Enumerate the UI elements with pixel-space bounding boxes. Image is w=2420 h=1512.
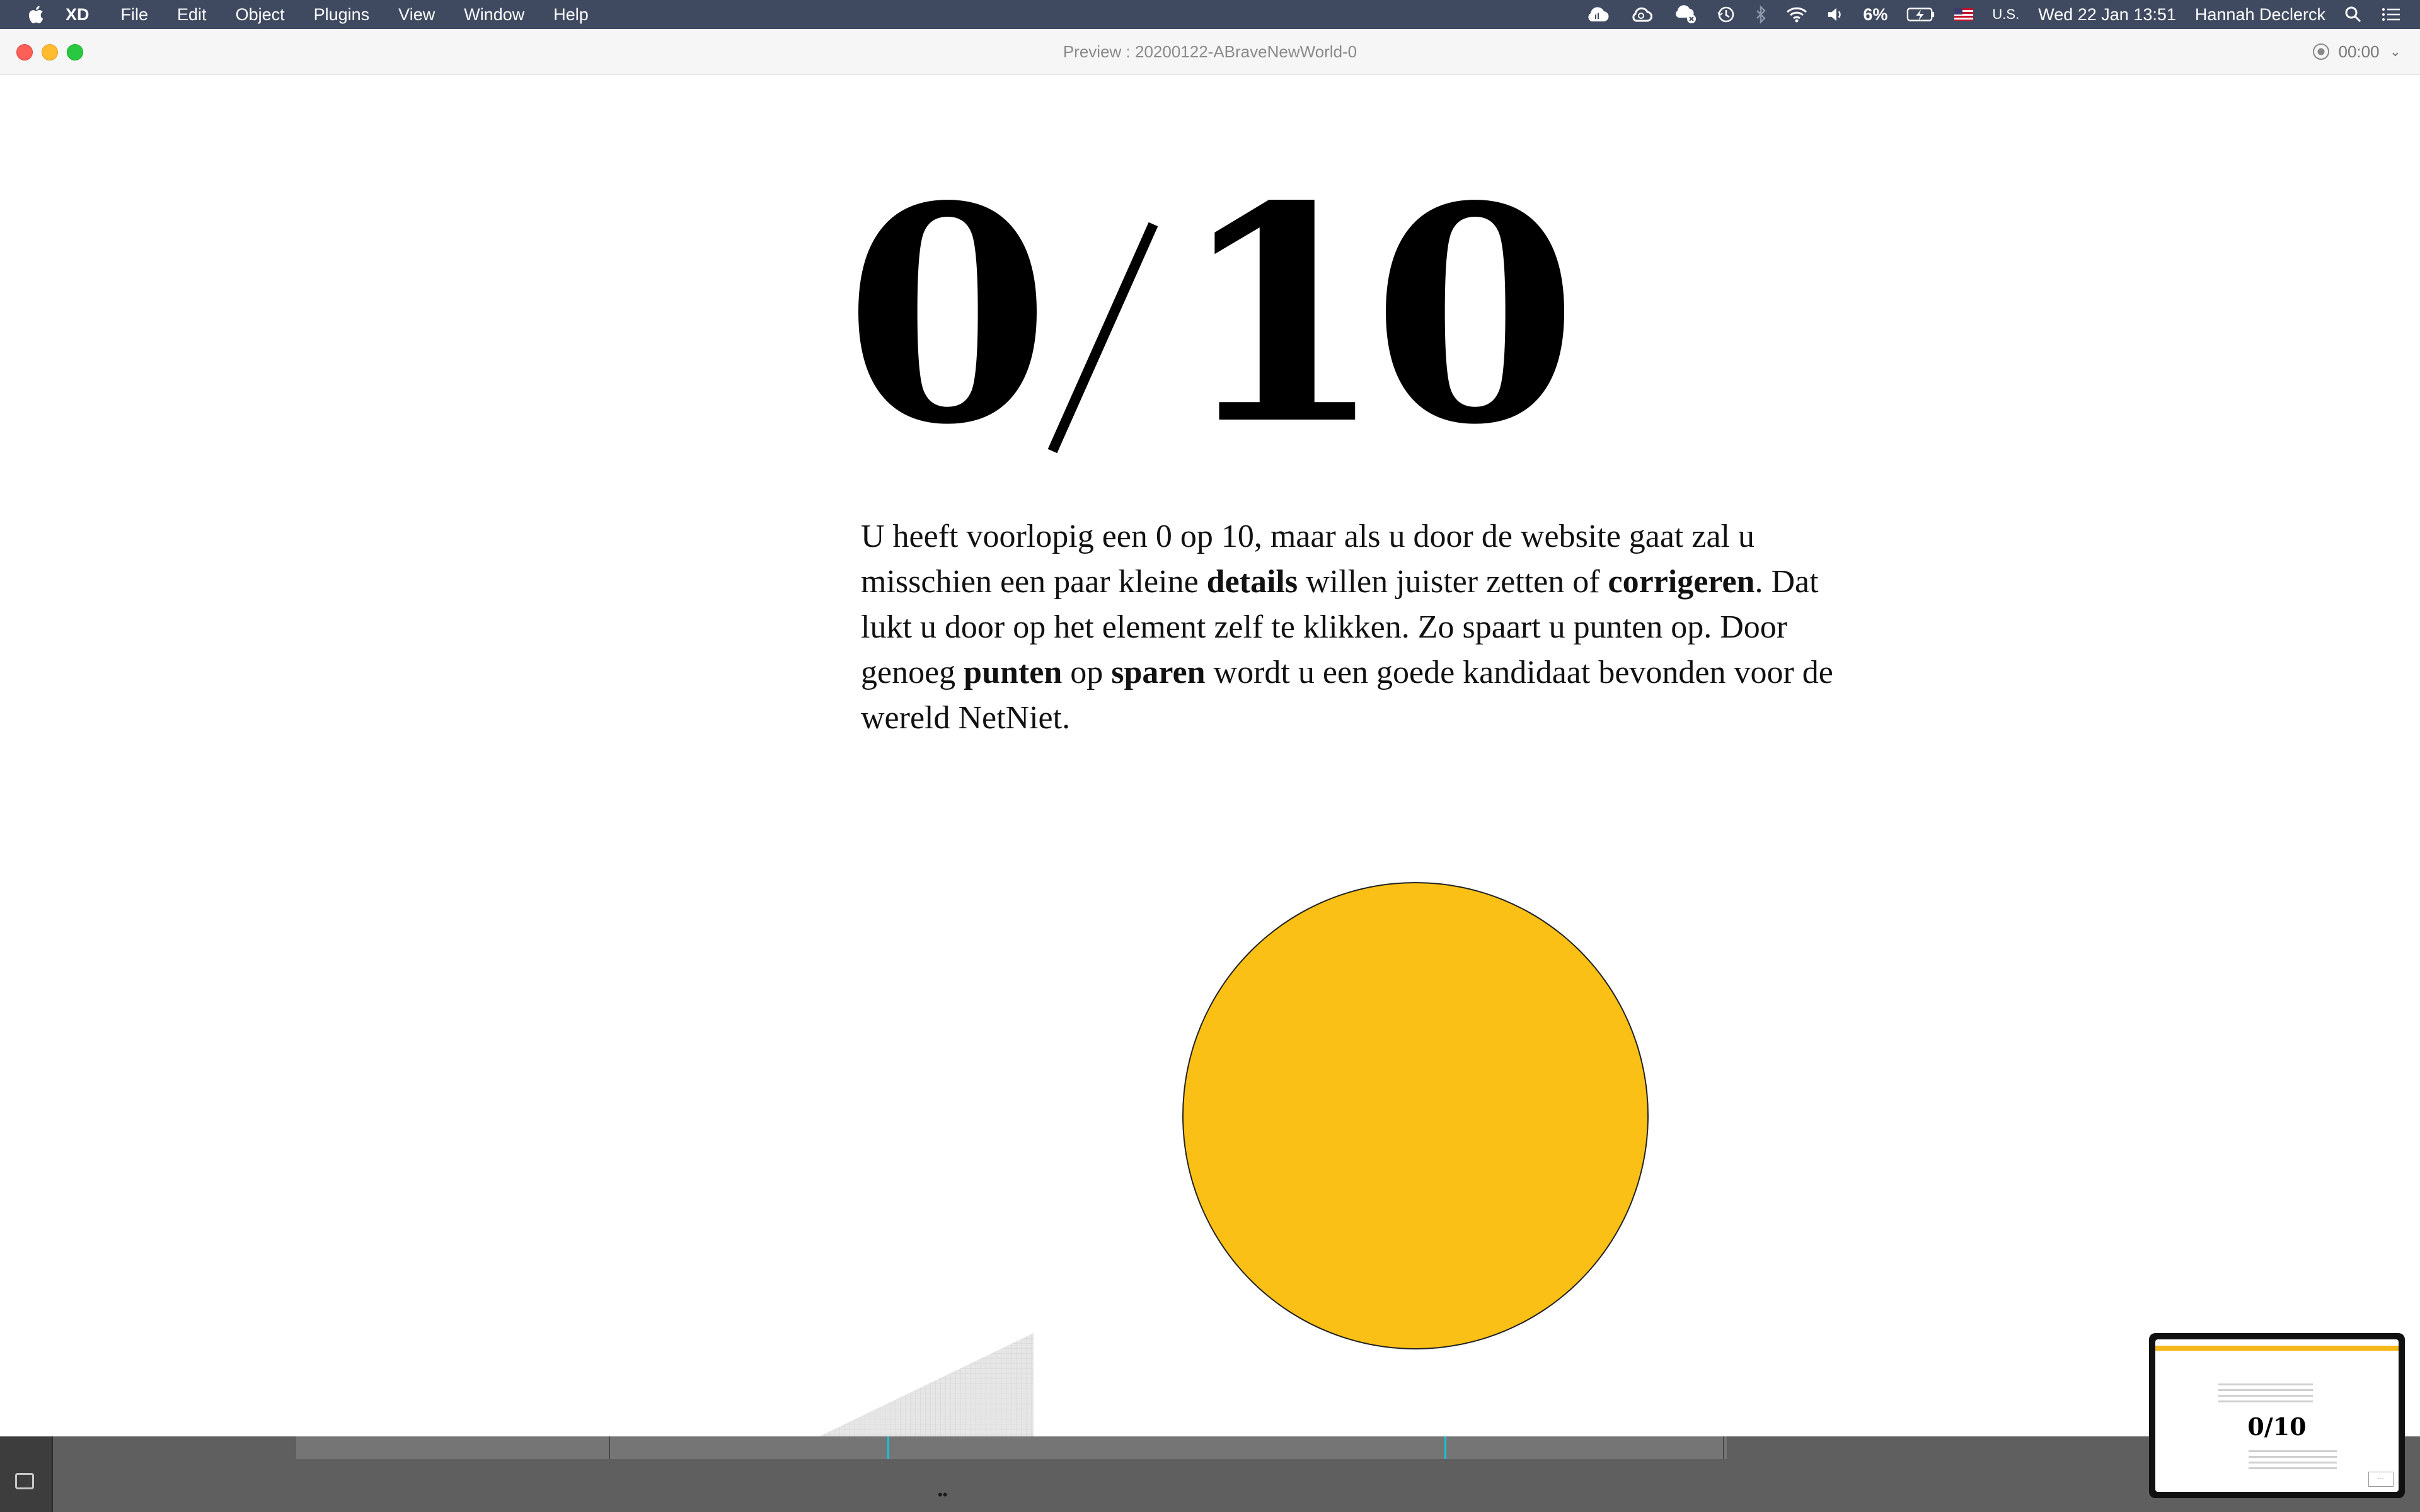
layers-icon[interactable] [15, 1473, 34, 1489]
drag-handle-icon[interactable]: •• [938, 1487, 947, 1503]
intro-paragraph: U heeft voorlopig een 0 op 10, maar als … [861, 514, 1869, 741]
us-flag-icon[interactable] [1954, 5, 1974, 24]
keyword-details[interactable]: details [1207, 564, 1298, 600]
menu-file[interactable]: File [121, 5, 149, 25]
volume-icon[interactable] [1826, 5, 1844, 24]
thumbnail-bar [2155, 1346, 2399, 1351]
guide-line [887, 1436, 889, 1459]
thumbnail-button: ⋯ [2368, 1472, 2394, 1487]
record-time: 00:00 [2338, 42, 2380, 61]
menu-window[interactable]: Window [464, 5, 524, 25]
keyword-sparen[interactable]: sparen [1111, 655, 1205, 690]
menu-help[interactable]: Help [553, 5, 589, 25]
menu-bar: XD File Edit Object Plugins View Window … [0, 0, 2420, 29]
chevron-down-icon[interactable]: ⌄ [2390, 43, 2401, 60]
menu-edit[interactable]: Edit [177, 5, 207, 25]
thumbnail-text-lines [2218, 1383, 2313, 1406]
input-source-label[interactable]: U.S. [1992, 6, 2019, 23]
keyword-punten[interactable]: punten [964, 655, 1062, 690]
preview-window: Preview : 20200122-ABraveNewWorld-0 00:0… [0, 29, 2420, 1436]
thumbnail-text-lines-2 [2249, 1450, 2337, 1473]
para-text-2: willen juister zetten of [1298, 564, 1608, 600]
creative-cloud-icon[interactable]: ıl [1584, 5, 1610, 24]
strip-divider [609, 1436, 610, 1459]
apple-icon[interactable] [23, 4, 48, 25]
score-left: 0 [844, 142, 1051, 490]
strip-divider [1723, 1436, 1724, 1459]
menu-app-xd[interactable]: XD [66, 5, 89, 25]
notification-center-icon[interactable] [2381, 5, 2401, 24]
sync-cloud-icon[interactable] [1628, 5, 1654, 24]
grid-triangle [819, 1333, 1034, 1436]
screenshot-thumbnail[interactable]: 0/10 ⋯ [2149, 1333, 2405, 1498]
menu-view[interactable]: View [398, 5, 435, 25]
wifi-icon[interactable] [1786, 5, 1807, 24]
score-right: 10 [1178, 142, 1566, 490]
guide-line [1444, 1436, 1446, 1459]
artboard-strip [296, 1436, 1727, 1459]
score-heading: 0 10 [838, 142, 1579, 490]
record-icon[interactable] [2312, 42, 2331, 61]
bluetooth-icon[interactable] [1754, 5, 1767, 24]
record-control[interactable]: 00:00 ⌄ [2312, 29, 2401, 74]
svg-text:ıl: ıl [1594, 12, 1599, 21]
menu-object[interactable]: Object [236, 5, 285, 25]
menu-plugins[interactable]: Plugins [314, 5, 370, 25]
menu-bar-left: XD File Edit Object Plugins View Window … [0, 0, 618, 29]
battery-icon[interactable] [1906, 5, 1935, 24]
score-slash [1047, 222, 1158, 454]
time-machine-icon[interactable] [1717, 5, 1736, 24]
xd-background-strip: •• [0, 1436, 2420, 1512]
menu-bar-status: ıl 6% U.S. Wed 22 Jan 13:51 Hannah Decle… [1584, 0, 2420, 29]
clock[interactable]: Wed 22 Jan 13:51 [2038, 5, 2176, 25]
window-title: Preview : 20200122-ABraveNewWorld-0 [1063, 42, 1357, 61]
battery-percent: 6% [1863, 4, 1888, 24]
yellow-circle[interactable] [1182, 882, 1649, 1349]
thumbnail-score: 0/10 [2247, 1412, 2307, 1441]
para-text-4: op [1062, 655, 1112, 690]
keyword-corrigeren[interactable]: corrigeren [1608, 564, 1755, 600]
thumbnail-content: 0/10 ⋯ [2155, 1339, 2399, 1492]
spotlight-search-icon[interactable] [2344, 5, 2362, 24]
cloud-error-icon[interactable] [1673, 5, 1698, 24]
window-titlebar: Preview : 20200122-ABraveNewWorld-0 00:0… [0, 29, 2420, 75]
left-toolbar [0, 1436, 53, 1512]
user-name[interactable]: Hannah Declerck [2195, 5, 2325, 25]
